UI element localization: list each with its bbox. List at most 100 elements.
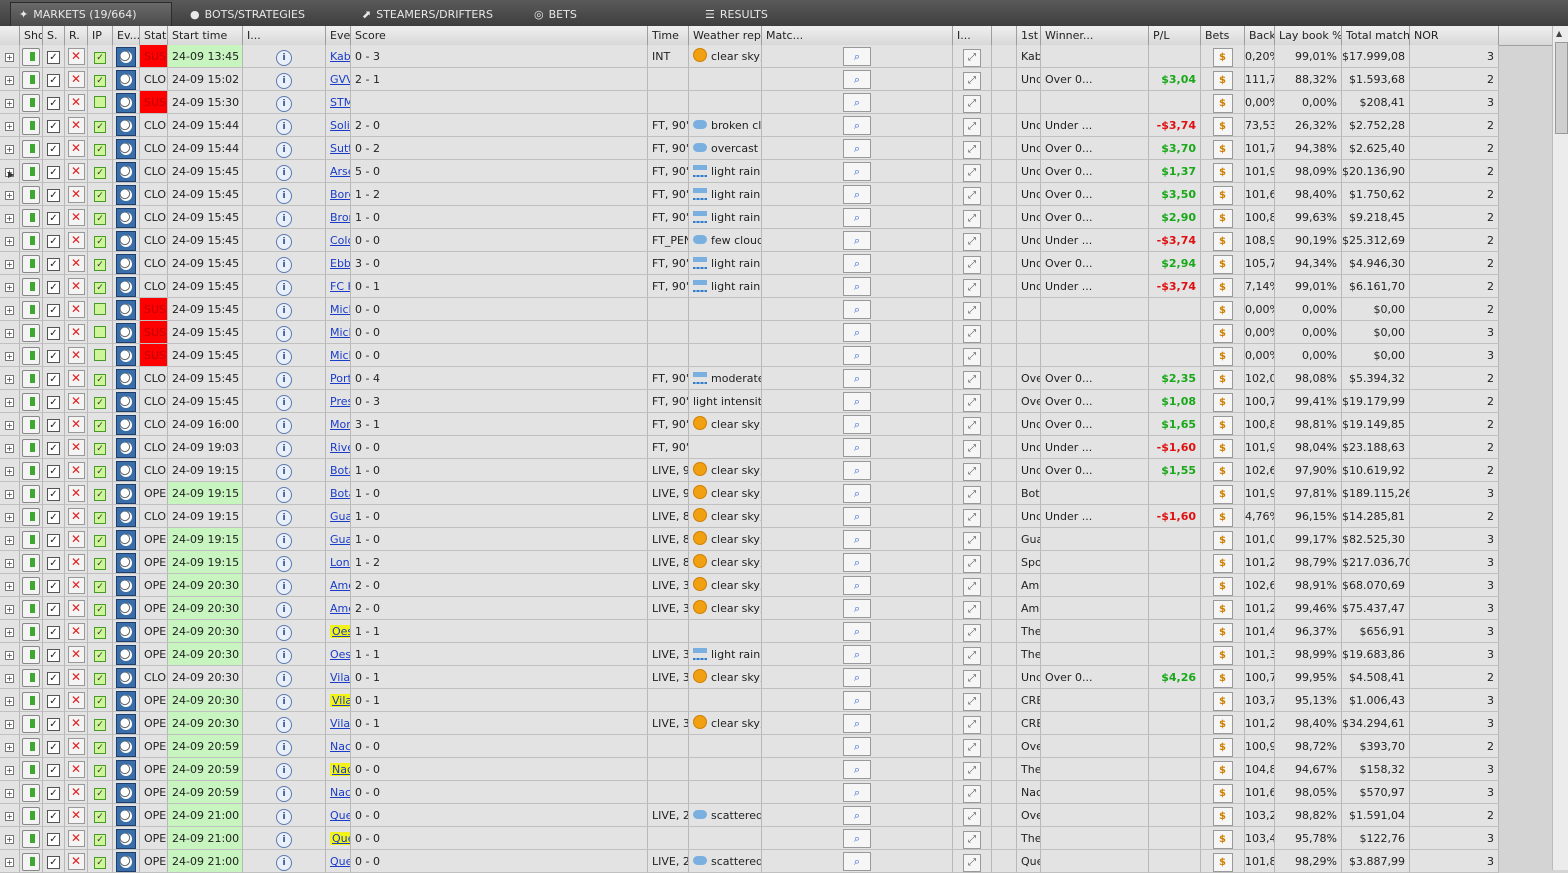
table-row[interactable]: +✓✕✓OPEN24-09 20:59iNacional (Par) v Gua… bbox=[0, 735, 1552, 758]
graph-icon[interactable]: ⤢ bbox=[963, 693, 981, 711]
remove-icon[interactable]: ✕ bbox=[67, 117, 85, 134]
select-checkbox[interactable]: ✓ bbox=[47, 74, 60, 87]
show-cell[interactable] bbox=[20, 344, 43, 367]
select-cell[interactable]: ✓ bbox=[43, 666, 65, 689]
select-checkbox[interactable]: ✓ bbox=[47, 557, 60, 570]
select-checkbox[interactable]: ✓ bbox=[47, 396, 60, 409]
graph-cell[interactable]: ⤢ bbox=[953, 781, 992, 804]
select-checkbox[interactable]: ✓ bbox=[47, 488, 60, 501]
event-market-link[interactable]: GVVV v Kozakken Boys\First Half Goals 0.… bbox=[330, 73, 350, 86]
show-cell[interactable] bbox=[20, 735, 43, 758]
info-icon[interactable]: i bbox=[276, 694, 292, 710]
match-cell[interactable]: ⌕ bbox=[762, 45, 953, 68]
remove-icon[interactable]: ✕ bbox=[67, 393, 85, 410]
info-cell[interactable]: i bbox=[243, 712, 326, 735]
magnifier-icon[interactable]: ⌕ bbox=[843, 737, 871, 756]
info-icon[interactable]: i bbox=[276, 832, 292, 848]
remove-icon[interactable]: ✕ bbox=[67, 853, 85, 870]
remove-icon[interactable]: ✕ bbox=[67, 163, 85, 180]
in-play-checkbox[interactable]: ✓ bbox=[94, 213, 106, 225]
show-chart-icon[interactable] bbox=[22, 853, 40, 871]
show-cell[interactable] bbox=[20, 252, 43, 275]
info-cell[interactable]: i bbox=[243, 91, 326, 114]
show-cell[interactable] bbox=[20, 482, 43, 505]
in-play-cell[interactable]: ✓ bbox=[88, 413, 113, 436]
event-market-link[interactable]: Londrina v Sport Recife\Match Odds bbox=[330, 556, 350, 569]
show-cell[interactable] bbox=[20, 45, 43, 68]
match-cell[interactable]: ⌕ bbox=[762, 275, 953, 298]
graph-icon[interactable]: ⤢ bbox=[963, 854, 981, 872]
bets-icon[interactable]: $ bbox=[1212, 186, 1233, 205]
show-chart-icon[interactable] bbox=[22, 485, 40, 503]
event-market-cell[interactable]: Nacional (Par) v Guarani (Par)\First Hal… bbox=[326, 735, 351, 758]
show-chart-icon[interactable] bbox=[22, 370, 40, 388]
match-cell[interactable]: ⌕ bbox=[762, 137, 953, 160]
info-icon[interactable]: i bbox=[276, 303, 292, 319]
expand-cell[interactable]: + bbox=[0, 68, 20, 91]
show-chart-icon[interactable] bbox=[22, 531, 40, 549]
in-play-cell[interactable]: ✓ bbox=[88, 804, 113, 827]
graph-icon[interactable]: ⤢ bbox=[963, 279, 981, 297]
select-checkbox[interactable]: ✓ bbox=[47, 235, 60, 248]
remove-cell[interactable]: ✕ bbox=[65, 758, 88, 781]
expand-icon[interactable]: + bbox=[5, 328, 14, 338]
magnifier-icon[interactable]: ⌕ bbox=[843, 829, 871, 848]
event-market-cell[interactable]: River Plate Asuncion v Sportivo San Lore… bbox=[326, 436, 351, 459]
match-cell[interactable]: ⌕ bbox=[762, 229, 953, 252]
magnifier-icon[interactable]: ⌕ bbox=[843, 691, 871, 710]
info-icon[interactable]: i bbox=[276, 556, 292, 572]
in-play-checkbox[interactable]: ✓ bbox=[94, 788, 106, 800]
in-play-checkbox[interactable]: ✓ bbox=[94, 397, 106, 409]
expand-icon[interactable]: + bbox=[5, 765, 14, 775]
select-cell[interactable]: ✓ bbox=[43, 482, 65, 505]
table-row[interactable]: +✓✕✓OPEN24-09 20:30iOeste v Sao Bento\Ha… bbox=[0, 620, 1552, 643]
event-market-cell[interactable]: Arsenal v Nottm Forest\First Half Goals … bbox=[326, 160, 351, 183]
remove-icon[interactable]: ✕ bbox=[67, 807, 85, 824]
event-market-cell[interactable]: Boreham Wood v Notts Co\First Half Goals… bbox=[326, 183, 351, 206]
match-cell[interactable]: ⌕ bbox=[762, 459, 953, 482]
expand-cell[interactable]: + bbox=[0, 413, 20, 436]
info-icon[interactable]: i bbox=[276, 671, 292, 687]
select-cell[interactable]: ✓ bbox=[43, 712, 65, 735]
remove-icon[interactable]: ✕ bbox=[67, 347, 85, 364]
column-header-1st-favourite[interactable]: 1st favourite bbox=[1017, 26, 1041, 45]
select-cell[interactable]: ✓ bbox=[43, 597, 65, 620]
in-play-checkbox[interactable]: ✓ bbox=[94, 512, 106, 524]
event-market-link[interactable]: Mickleover Sports v Nantwich Town\Half T… bbox=[330, 326, 350, 339]
table-row[interactable]: +✓✕✓OPEN24-09 21:00iQueretaro v Necaxa\H… bbox=[0, 827, 1552, 850]
event-market-link[interactable]: Monaco v Nice\First Half Goals 0.5 bbox=[330, 418, 350, 431]
show-cell[interactable] bbox=[20, 712, 43, 735]
event-market-link[interactable]: Kabylie v Belouizdad\Match Odds bbox=[330, 50, 350, 63]
info-cell[interactable]: i bbox=[243, 275, 326, 298]
graph-icon[interactable]: ⤢ bbox=[963, 670, 981, 688]
magnifier-icon[interactable]: ⌕ bbox=[843, 47, 871, 66]
select-cell[interactable]: ✓ bbox=[43, 781, 65, 804]
bets-cell[interactable]: $ bbox=[1201, 735, 1245, 758]
event-market-cell[interactable]: Vila Nova v CRB\Half Time bbox=[326, 689, 351, 712]
event-market-link[interactable]: Botafogo SP v Operario PR\First Half Goa… bbox=[330, 464, 350, 477]
bets-cell[interactable]: $ bbox=[1201, 482, 1245, 505]
bets-cell[interactable]: $ bbox=[1201, 505, 1245, 528]
graph-icon[interactable]: ⤢ bbox=[963, 164, 981, 182]
expand-icon[interactable]: + bbox=[5, 857, 14, 867]
graph-icon[interactable]: ⤢ bbox=[963, 348, 981, 366]
bets-icon[interactable]: $ bbox=[1212, 301, 1233, 320]
remove-icon[interactable]: ✕ bbox=[67, 531, 85, 548]
event-market-cell[interactable]: Vila Nova v CRB\Match Odds bbox=[326, 712, 351, 735]
event-market-link[interactable]: America MG v Brasil de Pelotas\Half Time bbox=[330, 579, 350, 592]
info-icon[interactable]: i bbox=[276, 855, 292, 871]
show-chart-icon[interactable] bbox=[22, 393, 40, 411]
graph-cell[interactable]: ⤢ bbox=[953, 689, 992, 712]
select-cell[interactable]: ✓ bbox=[43, 137, 65, 160]
remove-cell[interactable]: ✕ bbox=[65, 804, 88, 827]
match-cell[interactable]: ⌕ bbox=[762, 436, 953, 459]
remove-icon[interactable]: ✕ bbox=[67, 94, 85, 111]
in-play-checkbox[interactable]: ✓ bbox=[94, 144, 106, 156]
event-market-link[interactable]: Arsenal v Nottm Forest\First Half Goals … bbox=[330, 165, 350, 178]
event-market-cell[interactable]: Queretaro v Necaxa\First Half Goals 0.5 bbox=[326, 804, 351, 827]
show-cell[interactable] bbox=[20, 298, 43, 321]
graph-cell[interactable]: ⤢ bbox=[953, 229, 992, 252]
bets-icon[interactable]: $ bbox=[1212, 324, 1233, 343]
remove-icon[interactable]: ✕ bbox=[67, 324, 85, 341]
event-market-cell[interactable]: Mickleover Sports v Nantwich Town\Match … bbox=[326, 344, 351, 367]
